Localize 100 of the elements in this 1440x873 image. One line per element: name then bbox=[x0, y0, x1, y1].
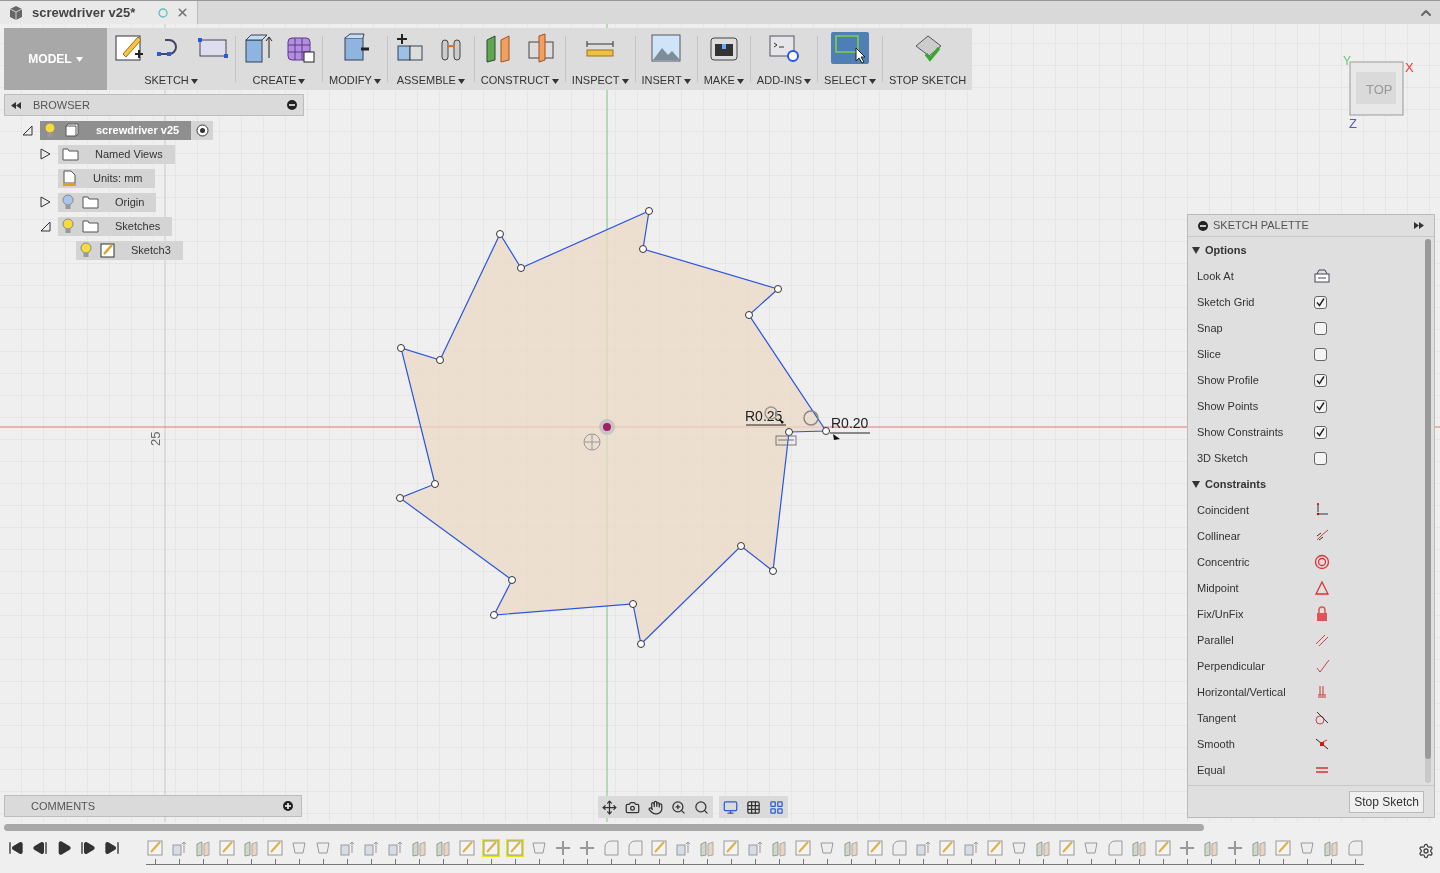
toolbar-group-button[interactable]: MAKE bbox=[697, 28, 750, 90]
look-at-icon[interactable] bbox=[1314, 269, 1330, 283]
timeline-feature[interactable] bbox=[674, 839, 692, 857]
expanded-triangle-icon[interactable] bbox=[40, 220, 51, 232]
timeline-feature[interactable] bbox=[266, 839, 284, 857]
timeline-feature[interactable] bbox=[434, 839, 452, 857]
orbit-icon[interactable] bbox=[602, 799, 617, 815]
checkbox[interactable] bbox=[1314, 321, 1327, 335]
timeline-feature[interactable] bbox=[962, 839, 980, 857]
tree-item[interactable]: Named Views bbox=[58, 144, 175, 164]
timeline-feature[interactable] bbox=[722, 839, 740, 857]
stop-sketch-button[interactable]: Stop Sketch bbox=[1349, 790, 1424, 813]
checkbox[interactable] bbox=[1314, 451, 1327, 465]
look-at-icon[interactable] bbox=[625, 799, 640, 815]
tree-item[interactable]: Units: mm bbox=[58, 168, 155, 188]
plus-circle-icon[interactable] bbox=[283, 801, 293, 811]
timeline-feature[interactable] bbox=[1274, 839, 1292, 857]
play-icon[interactable] bbox=[56, 840, 72, 856]
timeline-feature[interactable] bbox=[314, 839, 332, 857]
checkbox[interactable] bbox=[1314, 373, 1327, 387]
collapsed-triangle-icon[interactable] bbox=[40, 196, 51, 208]
lightbulb-icon[interactable] bbox=[80, 242, 92, 258]
close-icon[interactable] bbox=[176, 6, 189, 19]
minus-circle-icon[interactable] bbox=[1198, 220, 1208, 231]
checkbox[interactable] bbox=[1314, 425, 1327, 439]
toolbar-group-button[interactable]: INSPECT bbox=[565, 28, 635, 90]
timeline-feature[interactable] bbox=[626, 839, 644, 857]
lightbulb-icon[interactable] bbox=[62, 218, 74, 234]
toolbar-group-button[interactable]: CREATE bbox=[236, 28, 322, 90]
timeline-feature[interactable] bbox=[938, 839, 956, 857]
constraint-icon[interactable] bbox=[1314, 710, 1330, 726]
timeline-feature[interactable] bbox=[746, 839, 764, 857]
settings-icon[interactable] bbox=[1418, 843, 1434, 859]
timeline-feature[interactable] bbox=[842, 839, 860, 857]
timeline-feature[interactable] bbox=[386, 839, 404, 857]
tree-item[interactable]: Sketch3 bbox=[76, 240, 183, 260]
timeline-feature[interactable] bbox=[1154, 839, 1172, 857]
skip-back-icon[interactable] bbox=[8, 840, 24, 856]
timeline-feature[interactable] bbox=[1130, 839, 1148, 857]
timeline-feature[interactable] bbox=[602, 839, 620, 857]
timeline-feature[interactable] bbox=[578, 839, 596, 857]
document-tab[interactable]: screwdriver v25* bbox=[0, 1, 198, 24]
zoom-icon[interactable] bbox=[671, 799, 686, 815]
timeline-feature[interactable] bbox=[410, 839, 428, 857]
collapse-arrows-icon[interactable] bbox=[11, 101, 21, 109]
collapsed-triangle-icon[interactable] bbox=[40, 148, 51, 160]
lightbulb-icon[interactable] bbox=[62, 194, 74, 210]
timeline-feature[interactable] bbox=[914, 839, 932, 857]
checkbox[interactable] bbox=[1314, 295, 1327, 309]
toolbar-group-button[interactable]: ASSEMBLE bbox=[387, 28, 474, 90]
timeline-feature[interactable] bbox=[1034, 839, 1052, 857]
timeline-feature[interactable] bbox=[290, 839, 308, 857]
toolbar-group-button[interactable]: MODIFY bbox=[323, 28, 387, 90]
expand-arrows-icon[interactable] bbox=[1414, 222, 1424, 229]
timeline-feature[interactable] bbox=[1322, 839, 1340, 857]
timeline-feature[interactable] bbox=[1346, 839, 1364, 857]
viewports-icon[interactable] bbox=[769, 799, 784, 815]
timeline-feature[interactable] bbox=[770, 839, 788, 857]
timeline-feature[interactable] bbox=[1010, 839, 1028, 857]
active-radio-icon[interactable] bbox=[195, 123, 209, 137]
step-back-icon[interactable] bbox=[32, 840, 48, 856]
expanded-triangle-icon[interactable] bbox=[22, 124, 33, 136]
timeline-feature[interactable] bbox=[1298, 839, 1316, 857]
timeline-feature[interactable] bbox=[1058, 839, 1076, 857]
timeline-feature[interactable] bbox=[530, 839, 548, 857]
timeline-feature[interactable] bbox=[698, 839, 716, 857]
timeline-feature[interactable] bbox=[338, 839, 356, 857]
constraint-icon[interactable] bbox=[1314, 502, 1330, 518]
timeline-feature[interactable] bbox=[458, 839, 476, 857]
pan-icon[interactable] bbox=[648, 799, 663, 815]
dimension-text[interactable]: R0.20 bbox=[831, 415, 869, 431]
grid-icon[interactable] bbox=[746, 799, 761, 815]
timeline-feature[interactable] bbox=[506, 839, 524, 857]
checkbox[interactable] bbox=[1314, 347, 1327, 361]
scrollbar[interactable] bbox=[4, 824, 1204, 831]
display-icon[interactable] bbox=[723, 799, 738, 815]
timeline-feature[interactable] bbox=[1226, 839, 1244, 857]
timeline-feature[interactable] bbox=[890, 839, 908, 857]
timeline-feature[interactable] bbox=[1178, 839, 1196, 857]
timeline-feature[interactable] bbox=[554, 839, 572, 857]
timeline-feature[interactable] bbox=[146, 839, 164, 857]
step-forward-icon[interactable] bbox=[80, 840, 96, 856]
timeline-feature[interactable] bbox=[194, 839, 212, 857]
timeline-feature[interactable] bbox=[866, 839, 884, 857]
minus-circle-icon[interactable] bbox=[287, 100, 297, 110]
toolbar-group-button[interactable]: ADD-INS bbox=[750, 28, 818, 90]
timeline-feature[interactable] bbox=[1106, 839, 1124, 857]
lightbulb-icon[interactable] bbox=[44, 122, 56, 138]
search-icon[interactable] bbox=[694, 799, 709, 815]
checkbox[interactable] bbox=[1314, 399, 1327, 413]
timeline-feature[interactable] bbox=[170, 839, 188, 857]
timeline-feature[interactable] bbox=[242, 839, 260, 857]
toolbar-group-button[interactable]: SKETCH bbox=[107, 28, 235, 90]
timeline-feature[interactable] bbox=[482, 839, 500, 857]
expanded-triangle-icon[interactable] bbox=[1192, 246, 1200, 254]
view-cube[interactable] bbox=[1349, 61, 1404, 116]
toolbar-group-button[interactable]: INSERT bbox=[635, 28, 697, 90]
expanded-triangle-icon[interactable] bbox=[1192, 480, 1200, 488]
timeline-feature[interactable] bbox=[218, 839, 236, 857]
timeline-feature[interactable] bbox=[650, 839, 668, 857]
